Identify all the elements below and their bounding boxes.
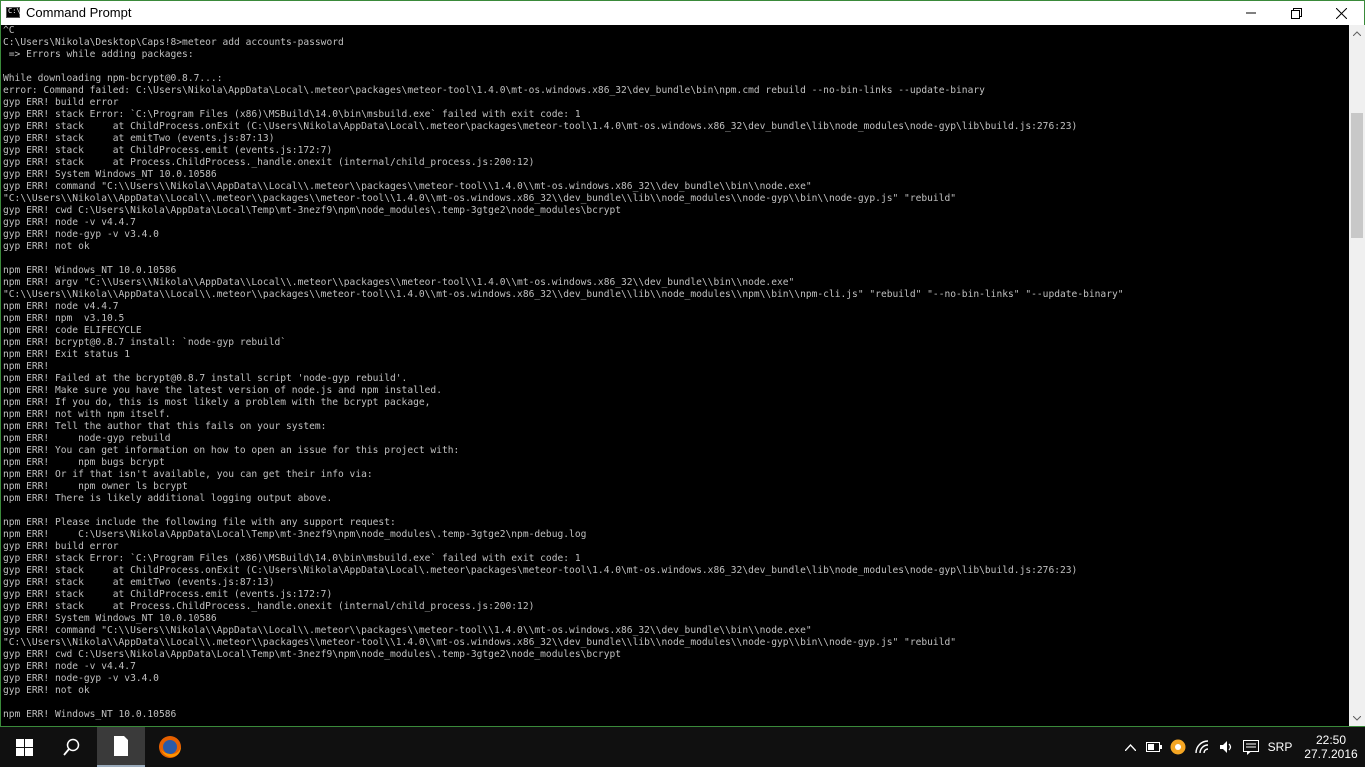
console-line: npm ERR! Or if that isn't available, you…	[3, 469, 373, 480]
console-line: gyp ERR! not ok	[3, 241, 90, 252]
console-output[interactable]: ^C C:\Users\Nikola\Desktop\Caps!8>meteor …	[2, 25, 1349, 726]
console-line: gyp ERR! stack at ChildProcess.onExit (C…	[3, 121, 1078, 132]
console-line: npm ERR! Windows_NT 10.0.10586	[3, 709, 177, 720]
taskbar-firefox[interactable]	[146, 727, 194, 767]
close-icon	[1335, 7, 1347, 19]
console-line: gyp ERR! node-gyp -v v3.4.0	[3, 229, 159, 240]
title-bar[interactable]: Command Prompt	[1, 1, 1364, 25]
console-line: "C:\\Users\\Nikola\\AppData\\Local\\.met…	[3, 637, 957, 648]
console-line: gyp ERR! not ok	[3, 685, 90, 696]
console-line: gyp ERR! command "C:\\Users\\Nikola\\App…	[3, 181, 812, 192]
firefox-icon	[159, 736, 181, 758]
console-line: gyp ERR! stack Error: `C:\Program Files …	[3, 109, 581, 120]
console-line: gyp ERR! cwd C:\Users\Nikola\AppData\Loc…	[3, 205, 622, 216]
scroll-up-arrow[interactable]	[1349, 25, 1365, 41]
console-line: gyp ERR! stack at ChildProcess.emit (eve…	[3, 145, 333, 156]
cmd-app-icon	[6, 7, 21, 18]
network-button[interactable]	[1192, 727, 1214, 767]
restore-button[interactable]	[1273, 1, 1319, 25]
console-line: gyp ERR! stack at emitTwo (events.js:87:…	[3, 133, 275, 144]
console-line: gyp ERR! node -v v4.4.7	[3, 661, 136, 672]
file-explorer-icon	[114, 736, 128, 756]
console-line: npm ERR! You can get information on how …	[3, 445, 460, 456]
console-line: gyp ERR! build error	[3, 541, 119, 552]
console-line: npm ERR! node-gyp rebuild	[3, 433, 171, 444]
show-hidden-icons-button[interactable]	[1120, 727, 1140, 767]
command-prompt-window[interactable]: Command Prompt ^CC:\Users\Nikola\Desktop…	[0, 0, 1365, 727]
console-line: C:\Users\Nikola\Desktop\Caps!8>meteor ad…	[3, 37, 344, 48]
windows-start-icon	[15, 738, 33, 756]
console-line: npm ERR! argv "C:\\Users\\Nikola\\AppDat…	[3, 277, 795, 288]
console-line: npm ERR! Tell the author that this fails…	[3, 421, 327, 432]
start-button[interactable]	[0, 727, 48, 767]
taskbar-command-prompt[interactable]	[97, 727, 145, 767]
tray-app-button[interactable]	[1168, 727, 1188, 767]
restore-icon	[1290, 7, 1302, 19]
console-line: npm ERR! code ELIFECYCLE	[3, 325, 142, 336]
console-line: While downloading npm-bcrypt@0.8.7...:	[3, 73, 223, 84]
clock-time: 22:50	[1315, 733, 1347, 747]
console-line: npm ERR! npm bugs bcrypt	[3, 457, 165, 468]
console-line: gyp ERR! stack at ChildProcess.emit (eve…	[3, 589, 333, 600]
action-center-icon	[1243, 739, 1259, 755]
search-button[interactable]	[48, 727, 96, 767]
minimize-button[interactable]	[1228, 1, 1274, 25]
volume-button[interactable]	[1216, 727, 1238, 767]
console-line: npm ERR! not with npm itself.	[3, 409, 171, 420]
console-line: npm ERR! bcrypt@0.8.7 install: `node-gyp…	[3, 337, 287, 348]
window-title: Command Prompt	[26, 5, 132, 20]
console-line: gyp ERR! stack Error: `C:\Program Files …	[3, 553, 581, 564]
console-line: ^C	[3, 25, 15, 36]
console-line: gyp ERR! build error	[3, 97, 119, 108]
console-line: npm ERR! There is likely additional logg…	[3, 493, 333, 504]
console-line: npm ERR! Windows_NT 10.0.10586	[3, 265, 177, 276]
console-line: error: Command failed: C:\Users\Nikola\A…	[3, 85, 985, 96]
wifi-icon	[1195, 740, 1209, 754]
close-button[interactable]	[1318, 1, 1364, 25]
console-line: gyp ERR! node -v v4.4.7	[3, 217, 136, 228]
console-line: gyp ERR! stack at Process.ChildProcess._…	[3, 601, 535, 612]
console-line: npm ERR! Make sure you have the latest v…	[3, 385, 442, 396]
minimize-icon	[1246, 12, 1256, 14]
console-line: gyp ERR! cwd C:\Users\Nikola\AppData\Loc…	[3, 649, 622, 660]
console-line: gyp ERR! System Windows_NT 10.0.10586	[3, 169, 217, 180]
app-tray-icon	[1170, 739, 1186, 755]
chevron-up-icon	[1353, 30, 1361, 36]
battery-button[interactable]	[1144, 727, 1164, 767]
console-line: gyp ERR! command "C:\\Users\\Nikola\\App…	[3, 625, 812, 636]
console-line: npm ERR! If you do, this is most likely …	[3, 397, 431, 408]
chevron-down-icon	[1353, 715, 1361, 721]
search-icon	[63, 738, 80, 756]
console-line: => Errors while adding packages:	[3, 49, 194, 60]
console-line: "C:\\Users\\Nikola\\AppData\\Local\\.met…	[3, 193, 957, 204]
clock-date: 27.7.2016	[1304, 747, 1358, 761]
clock[interactable]: 22:50 27.7.2016	[1300, 727, 1362, 767]
volume-icon	[1220, 741, 1232, 753]
console-line: "C:\\Users\\Nikola\\AppData\\Local\\.met…	[3, 289, 1124, 300]
scrollbar-thumb[interactable]	[1351, 113, 1363, 238]
console-line: gyp ERR! stack at emitTwo (events.js:87:…	[3, 577, 275, 588]
vertical-scrollbar[interactable]	[1349, 25, 1365, 726]
console-line: npm ERR! node v4.4.7	[3, 301, 119, 312]
chevron-up-icon	[1124, 743, 1136, 751]
battery-icon	[1146, 742, 1162, 752]
console-line: gyp ERR! System Windows_NT 10.0.10586	[3, 613, 217, 624]
console-line: npm ERR! Exit status 1	[3, 349, 131, 360]
console-line: gyp ERR! stack at ChildProcess.onExit (C…	[3, 565, 1078, 576]
console-line: npm ERR! Please include the following fi…	[3, 517, 396, 528]
console-line: gyp ERR! node-gyp -v v3.4.0	[3, 673, 159, 684]
scroll-down-arrow[interactable]	[1349, 710, 1365, 726]
console-line: npm ERR!	[3, 361, 50, 372]
console-line: npm ERR! npm v3.10.5	[3, 313, 125, 324]
console-line: gyp ERR! stack at Process.ChildProcess._…	[3, 157, 535, 168]
language-indicator[interactable]: SRP	[1264, 727, 1296, 767]
taskbar: SRP 22:50 27.7.2016	[0, 727, 1365, 767]
action-center-button[interactable]	[1240, 727, 1262, 767]
console-line: npm ERR! Failed at the bcrypt@0.8.7 inst…	[3, 373, 408, 384]
console-line: npm ERR! C:\Users\Nikola\AppData\Local\T…	[3, 529, 587, 540]
console-line: npm ERR! npm owner ls bcrypt	[3, 481, 188, 492]
